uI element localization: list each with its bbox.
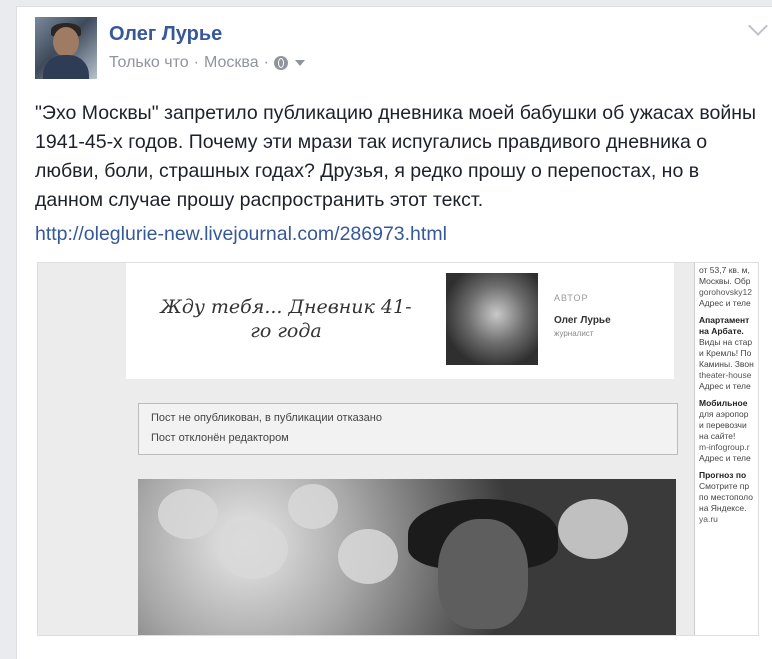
- meta-separator: ·: [193, 54, 199, 71]
- ad-title[interactable]: Прогноз по: [699, 470, 754, 481]
- post-location[interactable]: Москва: [204, 54, 259, 72]
- ad-line: и Кремль! По: [699, 348, 752, 358]
- post-card: Олег Лурье Только что · Москва · "Эхо Мо…: [16, 6, 772, 659]
- ad-line: Адрес и теле: [699, 298, 751, 308]
- avatar-torso: [43, 55, 89, 79]
- ad-line: Виды на стар: [699, 337, 753, 347]
- author-name[interactable]: Олег Лурье: [109, 23, 222, 46]
- author-photo: [446, 273, 538, 365]
- photo-flower: [338, 529, 398, 584]
- meta-separator: ·: [263, 54, 269, 71]
- ad-line: Адрес и теле: [699, 381, 751, 391]
- notice-line-2: Пост отклонён редактором: [151, 432, 289, 444]
- ad-line[interactable]: gorohovsky12: [699, 287, 754, 298]
- ad-line[interactable]: theater-house: [699, 370, 754, 381]
- ads-column[interactable]: от 53,7 кв. м, Москвы. Обр gorohovsky12 …: [694, 263, 758, 635]
- photo-flower: [158, 489, 218, 539]
- author-label: АВТОР: [554, 293, 589, 303]
- article-author-role: журналист: [554, 329, 594, 338]
- ad-line[interactable]: ya.ru: [699, 514, 754, 525]
- photo-flower: [288, 484, 338, 529]
- ad-line: и перевозчи: [699, 420, 747, 430]
- article-header: Жду тебя... Дневник 41-го года АВТОР Оле…: [126, 263, 674, 379]
- diary-title: Жду тебя... Дневник 41-го года: [160, 296, 412, 342]
- photo-flower: [218, 519, 288, 579]
- globe-icon[interactable]: [273, 56, 288, 70]
- ad-line: Смотрите пр: [699, 481, 750, 491]
- ad-line: Адрес и теле: [699, 453, 751, 463]
- ad-line: на сайте!: [699, 431, 736, 441]
- avatar-head: [53, 27, 79, 57]
- ad-line: Камины. Звон: [699, 359, 754, 369]
- post-text: "Эхо Москвы" запретило публикацию дневни…: [35, 102, 757, 211]
- ad-line: от 53,7 кв. м,: [699, 265, 750, 275]
- photo-flower: [558, 499, 628, 559]
- post-time[interactable]: Только что: [109, 54, 189, 72]
- avatar[interactable]: [35, 17, 97, 79]
- ad-line[interactable]: m-infogroup.r: [699, 442, 754, 453]
- post-link[interactable]: http://oleglurie-new.livejournal.com/286…: [35, 223, 447, 246]
- ad-title[interactable]: Мобильное: [699, 398, 754, 409]
- attached-image[interactable]: Жду тебя... Дневник 41-го года АВТОР Оле…: [37, 262, 759, 636]
- ad-line: для аэропор: [699, 409, 749, 419]
- chevron-down-icon[interactable]: [748, 16, 768, 36]
- ad-line: по местополо: [699, 492, 753, 502]
- ad-line: Москвы. Обр: [699, 276, 751, 286]
- photo-face: [438, 519, 528, 629]
- post-meta: Только что · Москва ·: [109, 54, 305, 72]
- rejection-notice: Пост не опубликован, в публикации отказа…: [138, 403, 678, 455]
- ad-title[interactable]: на Арбате.: [699, 326, 754, 337]
- article-photo: [138, 479, 676, 635]
- ad-title[interactable]: Апартамент: [699, 315, 754, 326]
- ad-line: на Яндексе.: [699, 503, 747, 513]
- caret-down-icon[interactable]: [294, 60, 305, 66]
- article-author-name: Олег Лурье: [554, 315, 611, 326]
- notice-line-1: Пост не опубликован, в публикации отказа…: [151, 412, 382, 424]
